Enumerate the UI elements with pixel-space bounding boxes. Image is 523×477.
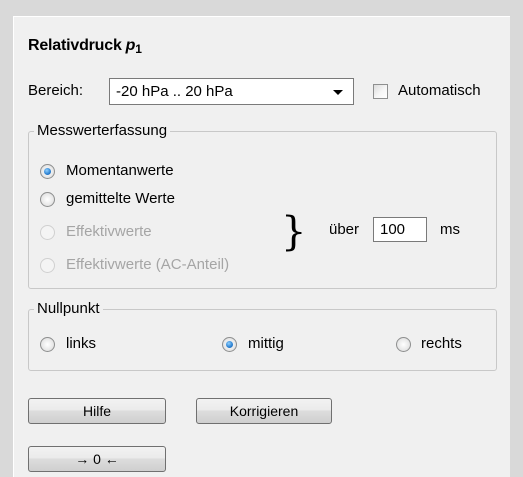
radio-effektivwerte-ac [40,258,55,273]
radio-effektivwerte [40,225,55,240]
over-label: über [329,221,360,238]
help-button[interactable]: Hilfe [28,398,166,424]
zero-adjust-button[interactable]: → 0 ← [28,446,166,472]
radio-momentanwerte[interactable] [40,164,55,179]
zero-point-legend: Nullpunkt [34,300,103,317]
panel-title: Relativdruck p1 [28,37,142,56]
chevron-down-icon [333,90,343,95]
range-label: Bereich: [28,82,84,99]
option-links-label[interactable]: links [66,335,96,352]
range-value: -20 hPa .. 20 hPa [116,83,233,100]
duration-input[interactable]: 100 [373,217,427,242]
option-effektivwerte-label: Effektivwerte [66,223,152,240]
brace-symbol: } [281,209,307,255]
option-rechts-label[interactable]: rechts [421,335,462,352]
radio-rechts[interactable] [396,337,411,352]
radio-gemittelte-werte[interactable] [40,192,55,207]
radio-links[interactable] [40,337,55,352]
option-gemittelte-werte-label[interactable]: gemittelte Werte [66,190,175,207]
duration-value: 100 [380,221,406,238]
acquisition-legend: Messwerterfassung [34,122,171,139]
auto-label[interactable]: Automatisch [398,82,481,99]
correct-button[interactable]: Korrigieren [196,398,332,424]
title-text: Relativdruck [28,37,122,54]
radio-mittig[interactable] [222,337,237,352]
title-symbol: p1 [125,37,142,56]
auto-checkbox[interactable] [373,84,388,99]
option-effektivwerte-ac-label: Effektivwerte (AC-Anteil) [66,256,230,273]
option-momentanwerte-label[interactable]: Momentanwerte [66,162,174,179]
range-dropdown[interactable]: -20 hPa .. 20 hPa [109,78,354,105]
option-mittig-label[interactable]: mittig [248,335,284,352]
duration-unit: ms [440,221,460,238]
